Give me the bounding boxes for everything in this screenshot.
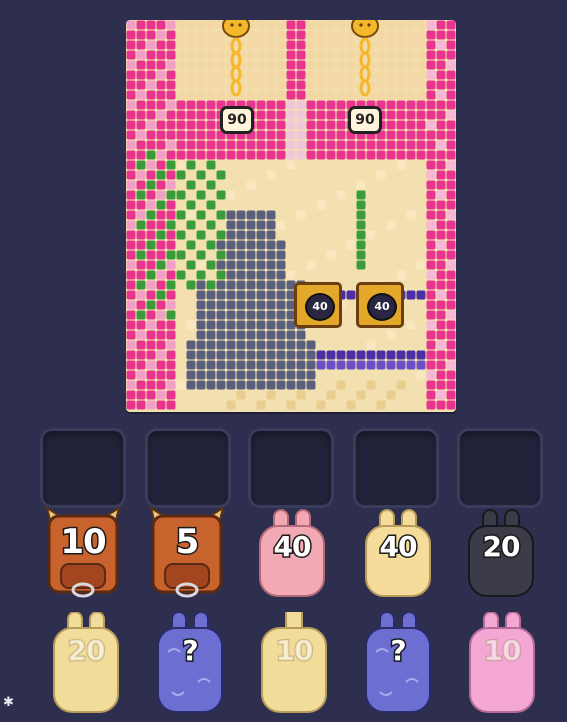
piece-count: ? xyxy=(181,633,200,669)
holding-slot[interactable] xyxy=(40,428,126,508)
bull-piece[interactable]: 10 xyxy=(45,506,121,598)
lock-badge: 90 xyxy=(220,106,254,134)
pixel-grid xyxy=(126,20,456,410)
piece-count: 10 xyxy=(275,633,315,668)
piece-count: 10 xyxy=(59,521,108,564)
mystery-piece: ? xyxy=(152,612,228,713)
bunny-icon xyxy=(261,612,327,713)
bunny-piece[interactable]: 20 xyxy=(463,508,539,597)
piece-count: 10 xyxy=(483,633,523,668)
piece-count: 40 xyxy=(272,529,313,565)
bunny-icon xyxy=(469,612,535,713)
piece-count: 5 xyxy=(174,521,201,564)
mystery-icon xyxy=(365,612,431,713)
piece-count: 20 xyxy=(481,529,522,565)
lock-count: 40 xyxy=(305,293,335,321)
mystery-icon xyxy=(157,612,223,713)
padlock-block: 40 xyxy=(294,282,342,328)
lock-badge: 90 xyxy=(348,106,382,134)
holding-slot[interactable] xyxy=(248,428,334,508)
holding-slot[interactable] xyxy=(145,428,231,508)
bunny-piece: 10 xyxy=(464,612,540,713)
piece-count: ? xyxy=(389,633,408,669)
piece-count: 20 xyxy=(67,633,107,668)
bunny-piece: 20 xyxy=(48,612,124,713)
pixel-art-board: 90 90 40 40 xyxy=(126,20,456,412)
gear-icon[interactable]: ✱ xyxy=(3,695,14,710)
lock-count: 40 xyxy=(367,293,397,321)
bunny-piece[interactable]: 40 xyxy=(360,508,436,597)
chain-lock-icon xyxy=(222,20,250,97)
bunny-icon xyxy=(53,612,119,713)
holding-slot[interactable] xyxy=(353,428,439,508)
mystery-piece: ? xyxy=(360,612,436,713)
holding-slot[interactable] xyxy=(457,428,543,508)
bull-piece[interactable]: 5 xyxy=(149,506,225,598)
padlock-block: 40 xyxy=(356,282,404,328)
bunny-piece: 10 xyxy=(256,612,332,713)
piece-count: 40 xyxy=(378,529,419,565)
chain-lock-icon xyxy=(351,20,379,97)
bunny-piece[interactable]: 40 xyxy=(254,508,330,597)
